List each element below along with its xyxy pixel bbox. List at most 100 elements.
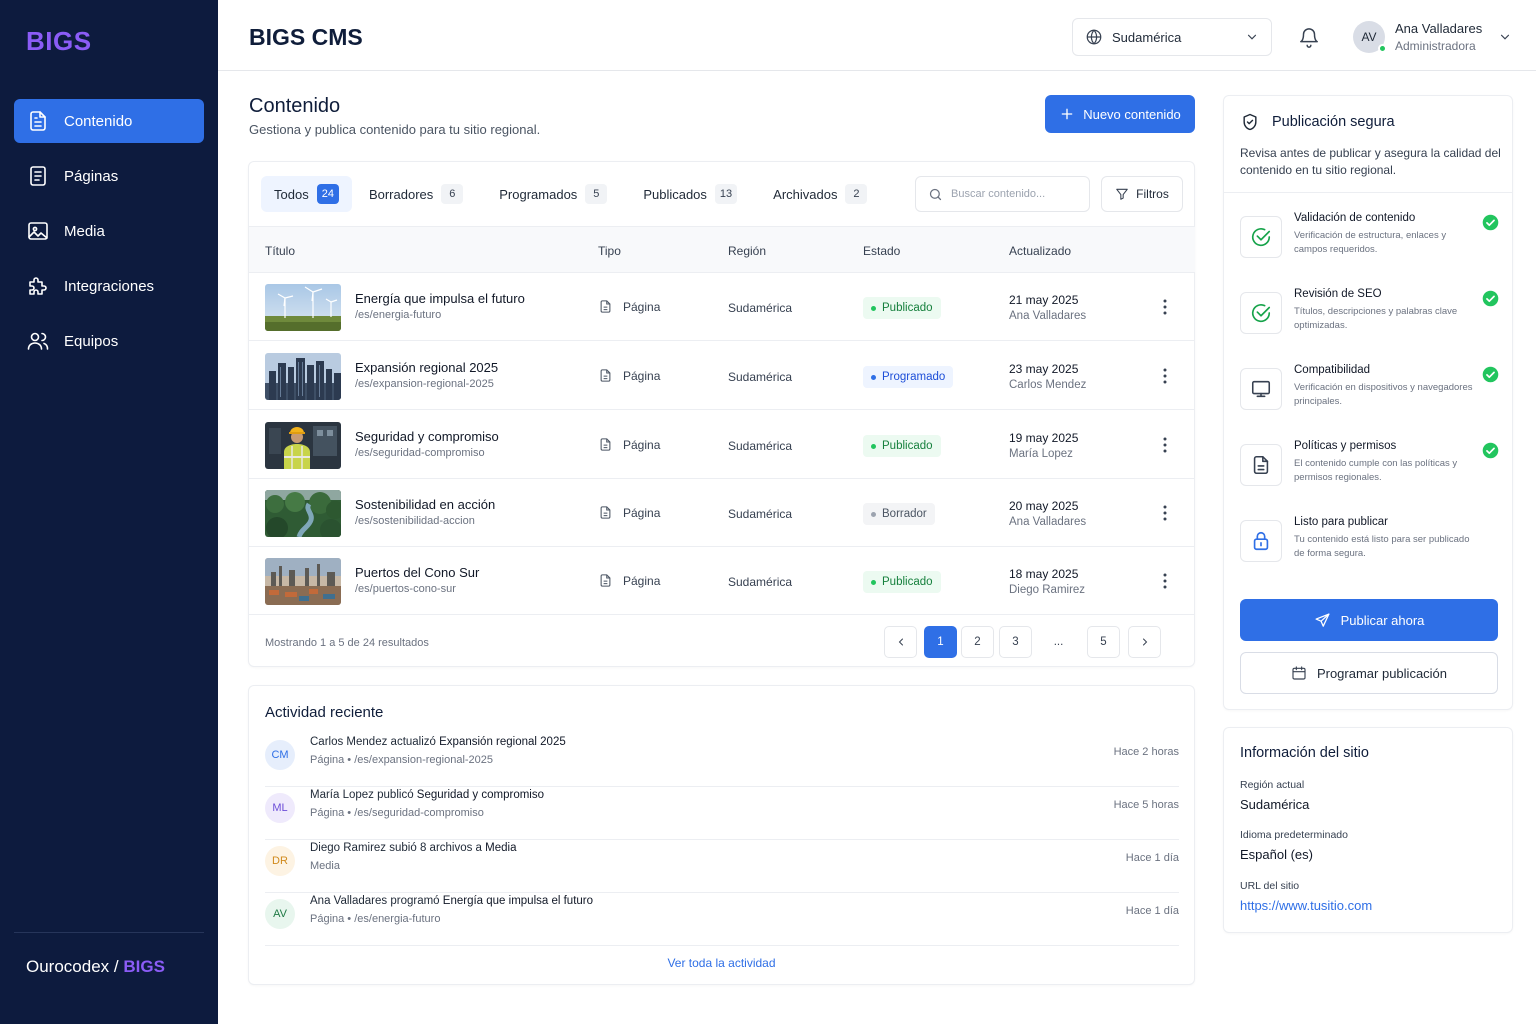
schedule-publish-button[interactable]: Programar publicación [1240,652,1498,694]
activity-actor: Diego Ramirez [310,842,387,854]
filters-label: Filtros [1136,187,1169,201]
document-icon [598,505,613,520]
region-value: Sudamérica [1240,797,1310,812]
row-thumbnail [265,422,341,469]
activity-time: Hace 5 horas [1113,799,1179,811]
sidebar-item-contenido[interactable]: Contenido [14,99,204,143]
row-slug: /es/expansion-regional-2025 [355,378,494,390]
table-row[interactable]: Energía que impulsa el futuro /es/energi… [249,273,1195,341]
column-header-title[interactable]: Título [265,244,295,258]
tab-archivados[interactable]: Archivados 2 [760,176,880,212]
row-slug: /es/puertos-cono-sur [355,583,456,595]
tab-label: Archivados [773,186,838,202]
row-title[interactable]: Puertos del Cono Sur [355,565,479,580]
pagination-page[interactable]: 5 [1087,626,1120,658]
page-subtitle: Gestiona y publica contenido para tu sit… [249,122,541,137]
column-header-status[interactable]: Estado [863,244,900,258]
schedule-publish-label: Programar publicación [1316,665,1448,681]
more-options-icon[interactable] [1159,571,1171,591]
filters-button[interactable]: Filtros [1101,176,1183,212]
sidebar-item-integraciones[interactable]: Integraciones [14,264,204,308]
table-row[interactable]: Sostenibilidad en acción /es/sostenibili… [249,479,1195,547]
site-url-link[interactable]: https://www.tusitio.com [1240,898,1372,913]
sidebar-item-paginas[interactable]: Páginas [14,154,204,198]
sidebar-nav: Contenido Páginas Media Integraciones Eq… [14,99,204,374]
publish-now-button[interactable]: Publicar ahora [1240,599,1498,641]
filter-icon [1115,187,1129,201]
new-content-button[interactable]: Nuevo contenido [1045,95,1195,133]
column-header-updated[interactable]: Actualizado [1009,244,1071,258]
more-options-icon[interactable] [1159,366,1171,386]
view-all-activity-link[interactable]: Ver toda la actividad [249,956,1194,970]
activity-target[interactable]: Media [485,842,516,854]
document-icon [598,437,613,452]
check-item: Revisión de SEO Títulos, descripciones y… [1240,288,1510,348]
pagination-next[interactable] [1128,626,1161,658]
row-title[interactable]: Sostenibilidad en acción [355,497,495,512]
pagination-page[interactable]: 1 [924,626,957,658]
table-row[interactable]: Seguridad y compromiso /es/seguridad-com… [249,411,1195,479]
image-icon [26,219,50,243]
table-row[interactable]: Expansión regional 2025 /es/expansion-re… [249,342,1195,410]
more-options-icon[interactable] [1159,435,1171,455]
activity-item[interactable]: DR Diego Ramirez subió 8 archivos a Medi… [265,840,1179,893]
check-description: Títulos, descripciones y palabras clave … [1294,306,1458,331]
check-description: Verificación en dispositivos y navegador… [1294,382,1473,407]
activity-actor: Carlos Mendez [310,736,388,748]
status-badge: Borrador [863,503,935,525]
activity-item[interactable]: CM Carlos Mendez actualizó Expansión reg… [265,734,1179,787]
user-name[interactable]: Ana Valladares [1395,21,1482,36]
sidebar-item-label: Contenido [64,112,133,130]
status-badge: Publicado [863,297,941,319]
section-title: Actividad reciente [265,704,384,721]
column-header-type[interactable]: Tipo [598,244,621,258]
activity-item[interactable]: AV Ana Valladares programó Energía que i… [265,893,1179,946]
app-logo[interactable]: BIGS [26,26,92,57]
chevron-down-icon[interactable] [1498,30,1512,44]
success-check-icon [1482,214,1499,231]
activity-target[interactable]: Seguridad y compromiso [417,789,544,801]
activity-time: Hace 1 día [1125,905,1179,917]
sidebar-item-label: Integraciones [64,277,155,295]
more-options-icon[interactable] [1159,297,1171,317]
lock-icon [1240,520,1282,562]
row-title[interactable]: Seguridad y compromiso [355,429,499,444]
tab-programados[interactable]: Programados 5 [486,176,620,212]
search-input[interactable] [951,188,1071,200]
activity-target[interactable]: Energía que impulsa el futuro [443,895,593,907]
pagination-prev[interactable] [884,626,917,658]
check-title: Revisión de SEO [1294,288,1382,300]
status-dot [871,579,876,585]
pagination-page[interactable]: 2 [961,626,994,658]
row-type: Página [598,368,660,383]
activity-target[interactable]: Expansión regional 2025 [439,736,566,748]
tab-count: 13 [714,184,738,204]
row-type: Página [598,437,660,452]
tab-todos[interactable]: Todos 24 [261,176,352,212]
region-selector[interactable]: Sudamérica [1072,18,1272,56]
tab-publicados[interactable]: Publicados 13 [630,176,750,212]
row-date: 20 may 2025 [1009,499,1079,513]
table-header: Título Tipo Región Estado Actualizado [249,226,1195,273]
divider [1224,192,1512,193]
row-type: Página [598,505,660,520]
row-title[interactable]: Expansión regional 2025 [355,360,498,375]
pagination-page[interactable]: 3 [999,626,1032,658]
bell-icon[interactable] [1298,27,1320,49]
panel-title: Publicación segura [1272,114,1395,130]
document-icon [1240,444,1282,486]
table-row[interactable]: Puertos del Cono Sur /es/puertos-cono-su… [249,547,1195,615]
more-options-icon[interactable] [1159,503,1171,523]
chevron-right-icon [1139,636,1151,648]
row-title[interactable]: Energía que impulsa el futuro [355,291,525,306]
tab-borradores[interactable]: Borradores 6 [356,176,476,212]
tab-count: 2 [845,184,868,204]
sidebar-item-equipos[interactable]: Equipos [14,319,204,363]
column-header-region[interactable]: Región [728,244,766,258]
activity-item[interactable]: ML María Lopez publicó Seguridad y compr… [265,787,1179,840]
row-date: 21 may 2025 [1009,293,1079,307]
check-circle-icon [1240,216,1282,258]
sidebar-item-media[interactable]: Media [14,209,204,253]
activity-action: subió 8 archivos a [389,842,482,854]
row-region: Sudamérica [728,507,793,521]
